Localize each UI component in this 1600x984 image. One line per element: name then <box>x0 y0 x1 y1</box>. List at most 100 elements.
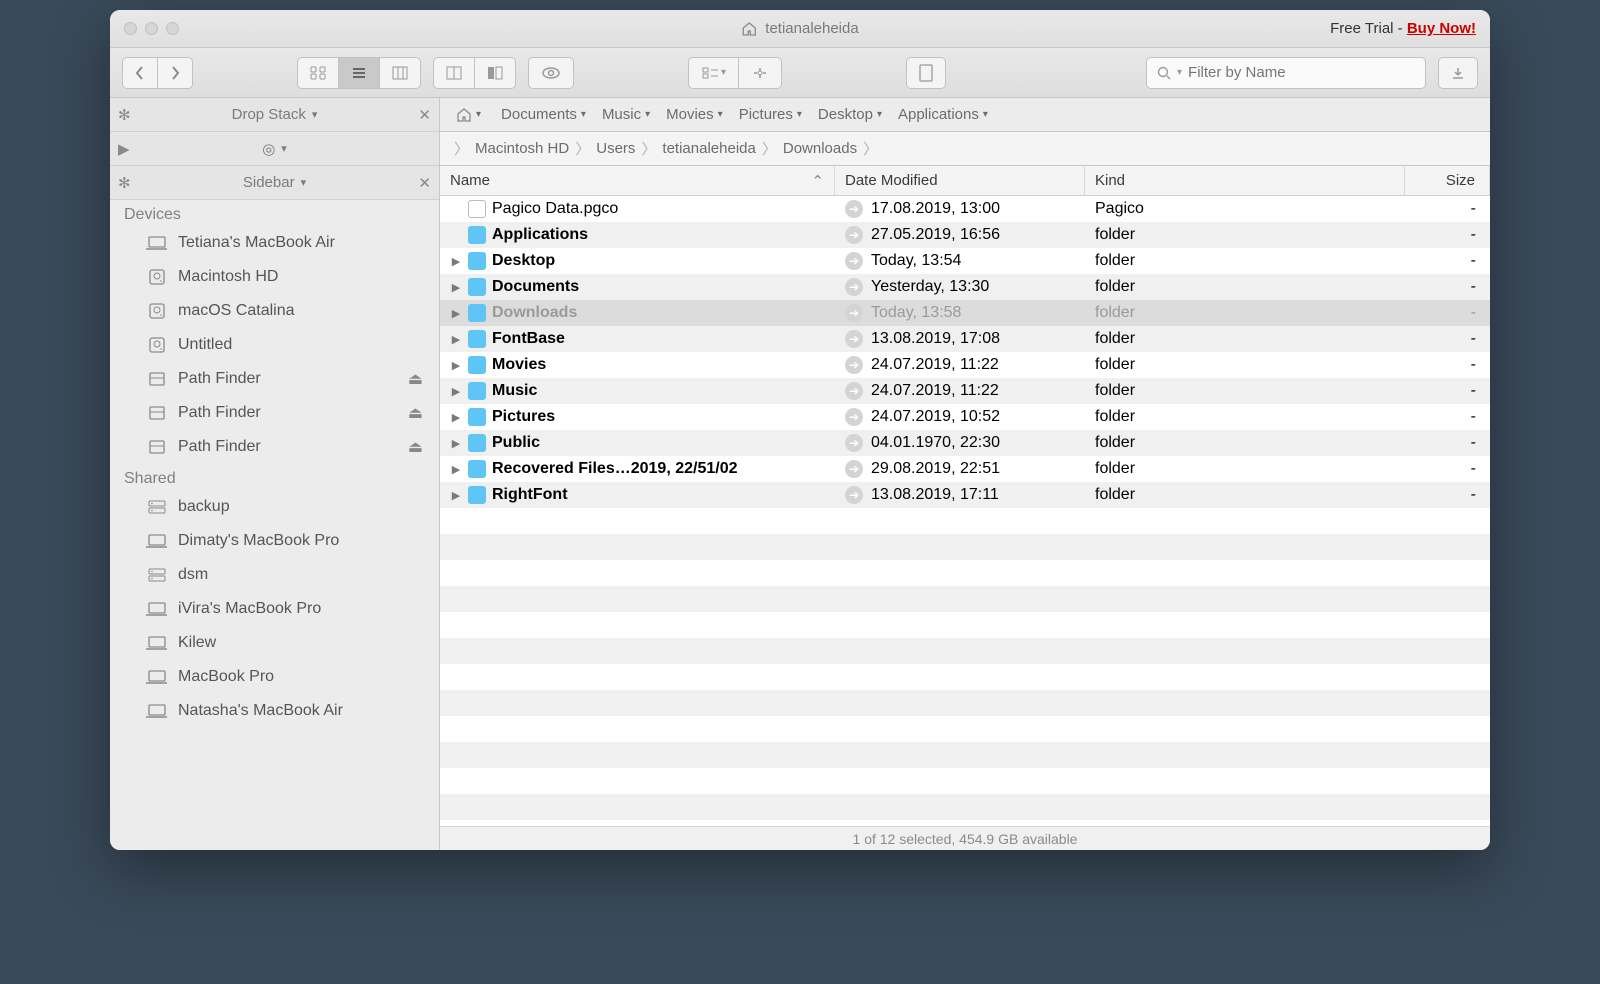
sidebar-device-item[interactable]: Macintosh HD <box>110 260 439 294</box>
bookmark-item[interactable]: Desktop ▾ <box>810 102 890 127</box>
name-column-header[interactable]: Name⌃ <box>440 166 835 195</box>
home-bookmark[interactable]: ▾ <box>448 103 489 127</box>
file-row[interactable]: ▶Pictures➔24.07.2019, 10:52folder- <box>440 404 1490 430</box>
go-arrow-icon[interactable]: ➔ <box>845 252 863 270</box>
breadcrumb-item[interactable]: Users <box>596 140 635 157</box>
preview-pane-button[interactable] <box>474 58 515 88</box>
download-button[interactable] <box>1438 57 1478 89</box>
sidebar-shared-item[interactable]: Kilew <box>110 626 439 660</box>
list-view-button[interactable] <box>338 58 379 88</box>
disclosure-triangle-icon[interactable]: ▶ <box>450 489 462 502</box>
go-arrow-icon[interactable]: ➔ <box>845 434 863 452</box>
group-by-button[interactable]: ▾ <box>689 58 738 88</box>
file-row[interactable]: ▶Recovered Files…2019, 22/51/02➔29.08.20… <box>440 456 1490 482</box>
recent-header[interactable]: ▶ ◎ ▾ <box>110 132 439 166</box>
disclosure-triangle-icon[interactable]: ▶ <box>450 307 462 320</box>
disclosure-triangle-icon[interactable]: ▶ <box>450 255 462 268</box>
quicklook-button[interactable] <box>528 57 574 89</box>
file-row[interactable]: ▶Music➔24.07.2019, 11:22folder- <box>440 378 1490 404</box>
close-window-button[interactable] <box>124 22 137 35</box>
disclosure-triangle-icon[interactable]: ▶ <box>450 411 462 424</box>
size-column-header[interactable]: Size <box>1405 166 1490 195</box>
disclosure-triangle-icon[interactable]: ▶ <box>450 463 462 476</box>
go-arrow-icon[interactable]: ➔ <box>845 408 863 426</box>
sidebar-shared-item[interactable]: iVira's MacBook Pro <box>110 592 439 626</box>
bookmark-item[interactable]: Pictures ▾ <box>731 102 810 127</box>
go-arrow-icon[interactable]: ➔ <box>845 382 863 400</box>
dual-pane-button[interactable] <box>434 58 474 88</box>
close-icon[interactable]: ✕ <box>418 106 431 124</box>
go-arrow-icon[interactable]: ➔ <box>845 330 863 348</box>
sidebar-header[interactable]: ✻ Sidebar ▾ ✕ <box>110 166 439 200</box>
sidebar-shared-item[interactable]: Natasha's MacBook Air <box>110 694 439 728</box>
column-view-button[interactable] <box>379 58 420 88</box>
gear-icon[interactable]: ✻ <box>118 174 131 192</box>
go-arrow-icon[interactable]: ➔ <box>845 304 863 322</box>
sidebar-device-item[interactable]: Path Finder⏏ <box>110 362 439 396</box>
search-input[interactable] <box>1188 64 1415 81</box>
kind-column-header[interactable]: Kind <box>1085 166 1405 195</box>
back-button[interactable] <box>123 58 157 88</box>
gear-icon[interactable]: ✻ <box>118 106 131 124</box>
file-row[interactable]: ▶FontBase➔13.08.2019, 17:08folder- <box>440 326 1490 352</box>
zoom-window-button[interactable] <box>166 22 179 35</box>
icon-view-button[interactable] <box>298 58 338 88</box>
bookmark-item[interactable]: Movies ▾ <box>658 102 731 127</box>
play-icon[interactable]: ▶ <box>118 140 130 158</box>
drop-stack-header[interactable]: ✻ Drop Stack ▾ ✕ <box>110 98 439 132</box>
file-list[interactable]: Pagico Data.pgco➔17.08.2019, 13:00Pagico… <box>440 196 1490 826</box>
forward-button[interactable] <box>157 58 192 88</box>
sidebar-shared-item[interactable]: Dimaty's MacBook Pro <box>110 524 439 558</box>
new-file-button[interactable] <box>906 57 946 89</box>
file-row[interactable]: ▶RightFont➔13.08.2019, 17:11folder- <box>440 482 1490 508</box>
file-row[interactable]: Applications➔27.05.2019, 16:56folder- <box>440 222 1490 248</box>
search-field[interactable]: ▾ <box>1146 57 1426 89</box>
breadcrumb-item[interactable]: Macintosh HD <box>475 140 569 157</box>
sidebar-item-label: MacBook Pro <box>178 668 274 686</box>
eject-icon[interactable]: ⏏ <box>408 369 423 389</box>
disclosure-triangle-icon[interactable]: ▶ <box>450 359 462 372</box>
laptop-icon <box>146 533 168 549</box>
disclosure-triangle-icon[interactable]: ▶ <box>450 333 462 346</box>
sidebar-device-item[interactable]: Tetiana's MacBook Air <box>110 226 439 260</box>
sidebar-shared-item[interactable]: MacBook Pro <box>110 660 439 694</box>
file-row[interactable]: Pagico Data.pgco➔17.08.2019, 13:00Pagico… <box>440 196 1490 222</box>
file-row[interactable]: ▶Downloads➔Today, 13:58folder- <box>440 300 1490 326</box>
eject-icon[interactable]: ⏏ <box>408 403 423 423</box>
breadcrumb-item[interactable]: tetianaleheida <box>662 140 755 157</box>
sidebar-device-item[interactable]: Path Finder⏏ <box>110 396 439 430</box>
go-arrow-icon[interactable]: ➔ <box>845 356 863 374</box>
sidebar-device-item[interactable]: Path Finder ⏏ <box>110 430 439 464</box>
file-row[interactable]: ▶Public➔04.01.1970, 22:30folder- <box>440 430 1490 456</box>
main-panel: ▾ Documents ▾Music ▾Movies ▾Pictures ▾De… <box>440 98 1490 850</box>
sidebar-shared-item[interactable]: dsm <box>110 558 439 592</box>
sidebar-device-item[interactable]: Untitled <box>110 328 439 362</box>
go-arrow-icon[interactable]: ➔ <box>845 200 863 218</box>
sidebar-item-label: Path Finder <box>178 438 261 456</box>
disclosure-triangle-icon[interactable]: ▶ <box>450 281 462 294</box>
disclosure-triangle-icon[interactable]: ▶ <box>450 437 462 450</box>
file-kind: folder <box>1085 460 1405 478</box>
go-arrow-icon[interactable]: ➔ <box>845 486 863 504</box>
disclosure-triangle-icon[interactable]: ▶ <box>450 385 462 398</box>
file-size: - <box>1405 200 1490 218</box>
bookmark-item[interactable]: Documents ▾ <box>493 102 594 127</box>
minimize-window-button[interactable] <box>145 22 158 35</box>
close-icon[interactable]: ✕ <box>418 174 431 192</box>
sidebar-device-item[interactable]: macOS Catalina <box>110 294 439 328</box>
file-row[interactable]: ▶Desktop➔Today, 13:54folder- <box>440 248 1490 274</box>
date-column-header[interactable]: Date Modified <box>835 166 1085 195</box>
file-row[interactable]: ▶Documents➔Yesterday, 13:30folder- <box>440 274 1490 300</box>
eject-icon[interactable]: ⏏ <box>408 437 423 457</box>
go-arrow-icon[interactable]: ➔ <box>845 460 863 478</box>
go-arrow-icon[interactable]: ➔ <box>845 278 863 296</box>
breadcrumb-item[interactable]: Downloads <box>783 140 857 157</box>
bookmark-item[interactable]: Applications ▾ <box>890 102 996 127</box>
bookmark-item[interactable]: Music ▾ <box>594 102 658 127</box>
buy-now-link[interactable]: Buy Now! <box>1407 20 1476 37</box>
sidebar-shared-item[interactable]: backup <box>110 490 439 524</box>
file-row[interactable]: ▶Movies➔24.07.2019, 11:22folder- <box>440 352 1490 378</box>
action-button[interactable] <box>738 58 781 88</box>
go-arrow-icon[interactable]: ➔ <box>845 226 863 244</box>
bookmark-label: Pictures <box>739 106 793 123</box>
